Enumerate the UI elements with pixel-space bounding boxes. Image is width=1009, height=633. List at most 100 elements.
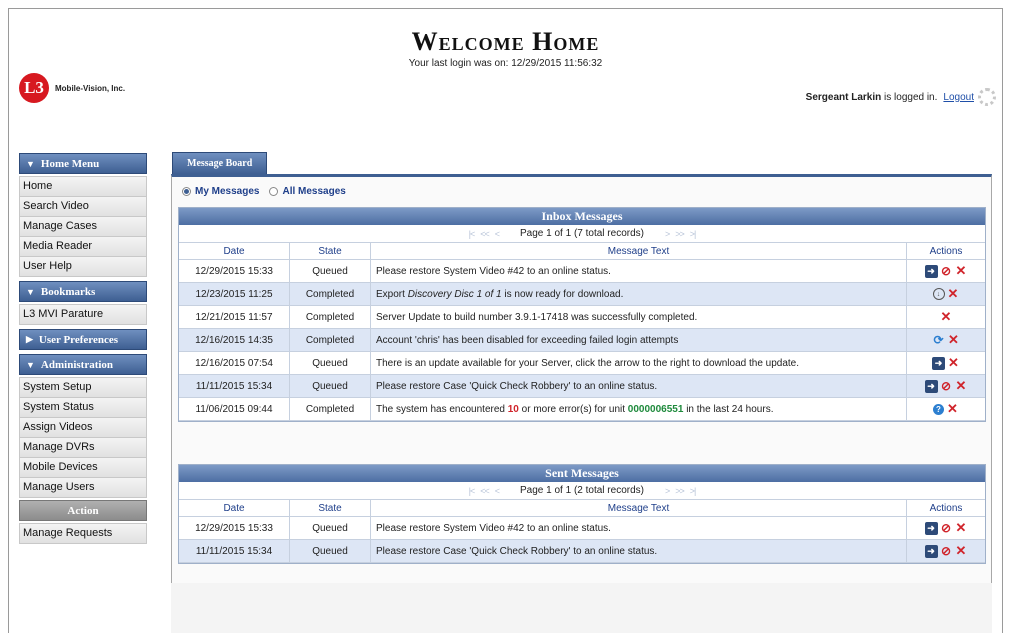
first-page-icon[interactable]: |< [469, 229, 476, 239]
arrow-right-icon[interactable]: ➜ [924, 264, 938, 278]
sidebar-item-assign-videos[interactable]: Assign Videos [19, 418, 147, 438]
message-text: The system has encountered [376, 403, 508, 415]
prev-page-icon[interactable]: < [495, 486, 500, 496]
message-text: or more error(s) for unit [518, 403, 628, 415]
x-icon[interactable]: ✕ [947, 355, 960, 370]
arrow-right-icon[interactable]: ➜ [932, 356, 945, 370]
user-preferences-header[interactable]: ▶ User Preferences [19, 329, 147, 350]
sidebar-item-home[interactable]: Home [19, 177, 147, 197]
tab-message-board[interactable]: Message Board [172, 152, 268, 174]
message-filter: My Messages All Messages [182, 186, 356, 197]
x-icon[interactable]: ✕ [955, 543, 968, 558]
sidebar-item-user-help[interactable]: User Help [19, 257, 147, 277]
collapse-arrow-icon: ▼ [26, 158, 35, 169]
prev-10-pages-icon[interactable]: << [480, 486, 489, 496]
sidebar-item-manage-users[interactable]: Manage Users [19, 478, 147, 498]
x-icon[interactable]: ✕ [947, 332, 960, 347]
bookmarks-header[interactable]: ▼ Bookmarks [19, 281, 147, 302]
home-menu-list: Home Search Video Manage Cases Media Rea… [19, 176, 147, 277]
x-icon[interactable]: ✕ [955, 263, 968, 278]
logged-in-text: is logged in. [884, 91, 938, 103]
enable-account-icon[interactable]: ⟳ [932, 333, 945, 347]
row-actions: ⟳ ✕ [907, 329, 985, 351]
next-10-pages-icon[interactable]: >> [675, 229, 684, 239]
sent-title: Sent Messages [179, 465, 985, 482]
x-icon[interactable]: ✕ [946, 401, 959, 416]
next-page-icon[interactable]: > [665, 486, 670, 496]
inbox-pager: |< << < Page 1 of 1 (7 total records) > … [179, 225, 985, 243]
login-status: Sergeant Larkin is logged in. Logout [806, 88, 996, 106]
col-state[interactable]: State [290, 243, 371, 259]
bookmarks-list: L3 MVI Parature [19, 304, 147, 325]
arrow-right-icon[interactable]: ➜ [924, 379, 938, 393]
row-date: 12/23/2015 11:25 [179, 283, 290, 305]
x-icon[interactable]: ✕ [955, 520, 968, 535]
table-row: 11/11/2015 15:34 Queued Please restore Cas… [179, 540, 985, 563]
l3-logo-icon: L3 [19, 73, 49, 103]
last-page-icon[interactable]: >| [690, 229, 697, 239]
cancel-circle-icon[interactable]: ⊘ [940, 264, 953, 278]
row-state: Queued [290, 517, 371, 539]
arrow-right-icon[interactable]: ➜ [924, 521, 938, 535]
row-date: 12/16/2015 14:35 [179, 329, 290, 351]
last-page-icon[interactable]: >| [690, 486, 697, 496]
first-page-icon[interactable]: |< [469, 486, 476, 496]
col-date[interactable]: Date [179, 243, 290, 259]
message-emphasis: Discovery Disc 1 of 1 [407, 288, 502, 300]
help-icon[interactable]: ? [933, 403, 944, 415]
row-actions: ? ✕ [907, 398, 985, 420]
administration-header[interactable]: ▼ Administration [19, 354, 147, 375]
all-messages-label[interactable]: All Messages [282, 186, 345, 197]
cancel-circle-icon[interactable]: ⊘ [940, 379, 953, 393]
col-date[interactable]: Date [179, 500, 290, 516]
message-text: Export [376, 288, 408, 300]
row-date: 11/06/2015 09:44 [179, 398, 290, 420]
row-date: 12/21/2015 11:57 [179, 306, 290, 328]
logout-link[interactable]: Logout [943, 92, 974, 103]
col-state[interactable]: State [290, 500, 371, 516]
prev-10-pages-icon[interactable]: << [480, 229, 489, 239]
cancel-circle-icon[interactable]: ⊘ [940, 521, 953, 535]
sidebar-item-manage-cases[interactable]: Manage Cases [19, 217, 147, 237]
next-10-pages-icon[interactable]: >> [675, 486, 684, 496]
x-icon[interactable]: ✕ [947, 286, 960, 301]
sidebar-item-l3-mvi-parature[interactable]: L3 MVI Parature [19, 305, 147, 325]
col-message[interactable]: Message Text [371, 243, 907, 259]
x-icon[interactable]: ✕ [955, 378, 968, 393]
table-row: 12/29/2015 15:33 Queued Please restore Sys… [179, 517, 985, 540]
col-message[interactable]: Message Text [371, 500, 907, 516]
sidebar-item-mobile-devices[interactable]: Mobile Devices [19, 458, 147, 478]
sidebar-item-manage-requests[interactable]: Manage Requests [19, 524, 147, 544]
sidebar-item-search-video[interactable]: Search Video [19, 197, 147, 217]
sidebar-item-system-status[interactable]: System Status [19, 398, 147, 418]
sent-header-row: Date State Message Text Actions [179, 500, 985, 517]
row-state: Queued [290, 540, 371, 562]
x-icon[interactable]: ✕ [940, 309, 953, 324]
row-actions: ↓ ✕ [907, 283, 985, 305]
col-actions: Actions [929, 502, 963, 514]
sidebar-item-system-setup[interactable]: System Setup [19, 378, 147, 398]
next-page-icon[interactable]: > [665, 229, 670, 239]
sidebar-item-media-reader[interactable]: Media Reader [19, 237, 147, 257]
inbox-header-row: Date State Message Text Actions [179, 243, 985, 260]
download-icon[interactable]: ↓ [932, 288, 945, 300]
row-state: Queued [290, 352, 371, 374]
prev-page-icon[interactable]: < [495, 229, 500, 239]
inbox-title: Inbox Messages [179, 208, 985, 225]
all-messages-radio[interactable] [269, 187, 279, 196]
row-actions: ➜ ✕ [907, 352, 985, 374]
row-date: 11/11/2015 15:34 [179, 375, 290, 397]
sidebar-item-manage-dvrs[interactable]: Manage DVRs [19, 438, 147, 458]
home-menu-header[interactable]: ▼ Home Menu [19, 153, 147, 174]
my-messages-radio[interactable] [182, 187, 191, 196]
my-messages-label[interactable]: My Messages [195, 186, 259, 197]
inbox-table: Inbox Messages |< << < Page 1 of 1 (7 to… [178, 207, 986, 422]
cancel-circle-icon[interactable]: ⊘ [940, 544, 953, 558]
arrow-right-icon[interactable]: ➜ [924, 544, 938, 558]
row-message: Please restore Case 'Quick Check Robbery… [371, 375, 907, 397]
row-date: 12/16/2015 07:54 [179, 352, 290, 374]
table-row: 12/23/2015 11:25 Completed Export Discover… [179, 283, 985, 306]
row-date: 11/11/2015 15:34 [179, 540, 290, 562]
row-message: Please restore System Video #42 to an on… [371, 517, 907, 539]
logo-text: Mobile-Vision, Inc. [55, 83, 126, 93]
